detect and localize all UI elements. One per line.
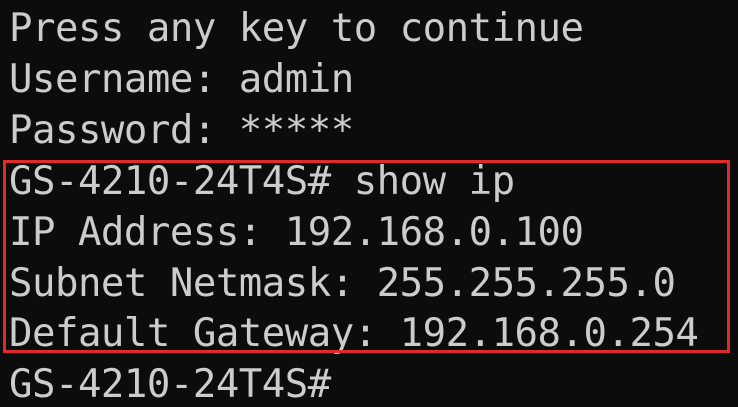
terminal-line-current-prompt[interactable]: GS-4210-24T4S#	[9, 360, 331, 407]
terminal-line-password: Password: *****	[9, 108, 354, 153]
terminal-line-prompt-continue: Press any key to continue	[9, 6, 584, 51]
terminal-line-subnet-netmask: Subnet Netmask: 255.255.255.0	[9, 261, 676, 306]
terminal-line-username: Username: admin	[9, 57, 354, 102]
terminal-line-ip-address: IP Address: 192.168.0.100	[9, 210, 584, 255]
terminal-line-show-ip-command: GS-4210-24T4S# show ip	[9, 159, 515, 204]
terminal-window[interactable]: Press any key to continue Username: admi…	[0, 0, 738, 407]
terminal-line-default-gateway: Default Gateway: 192.168.0.254	[9, 311, 699, 356]
